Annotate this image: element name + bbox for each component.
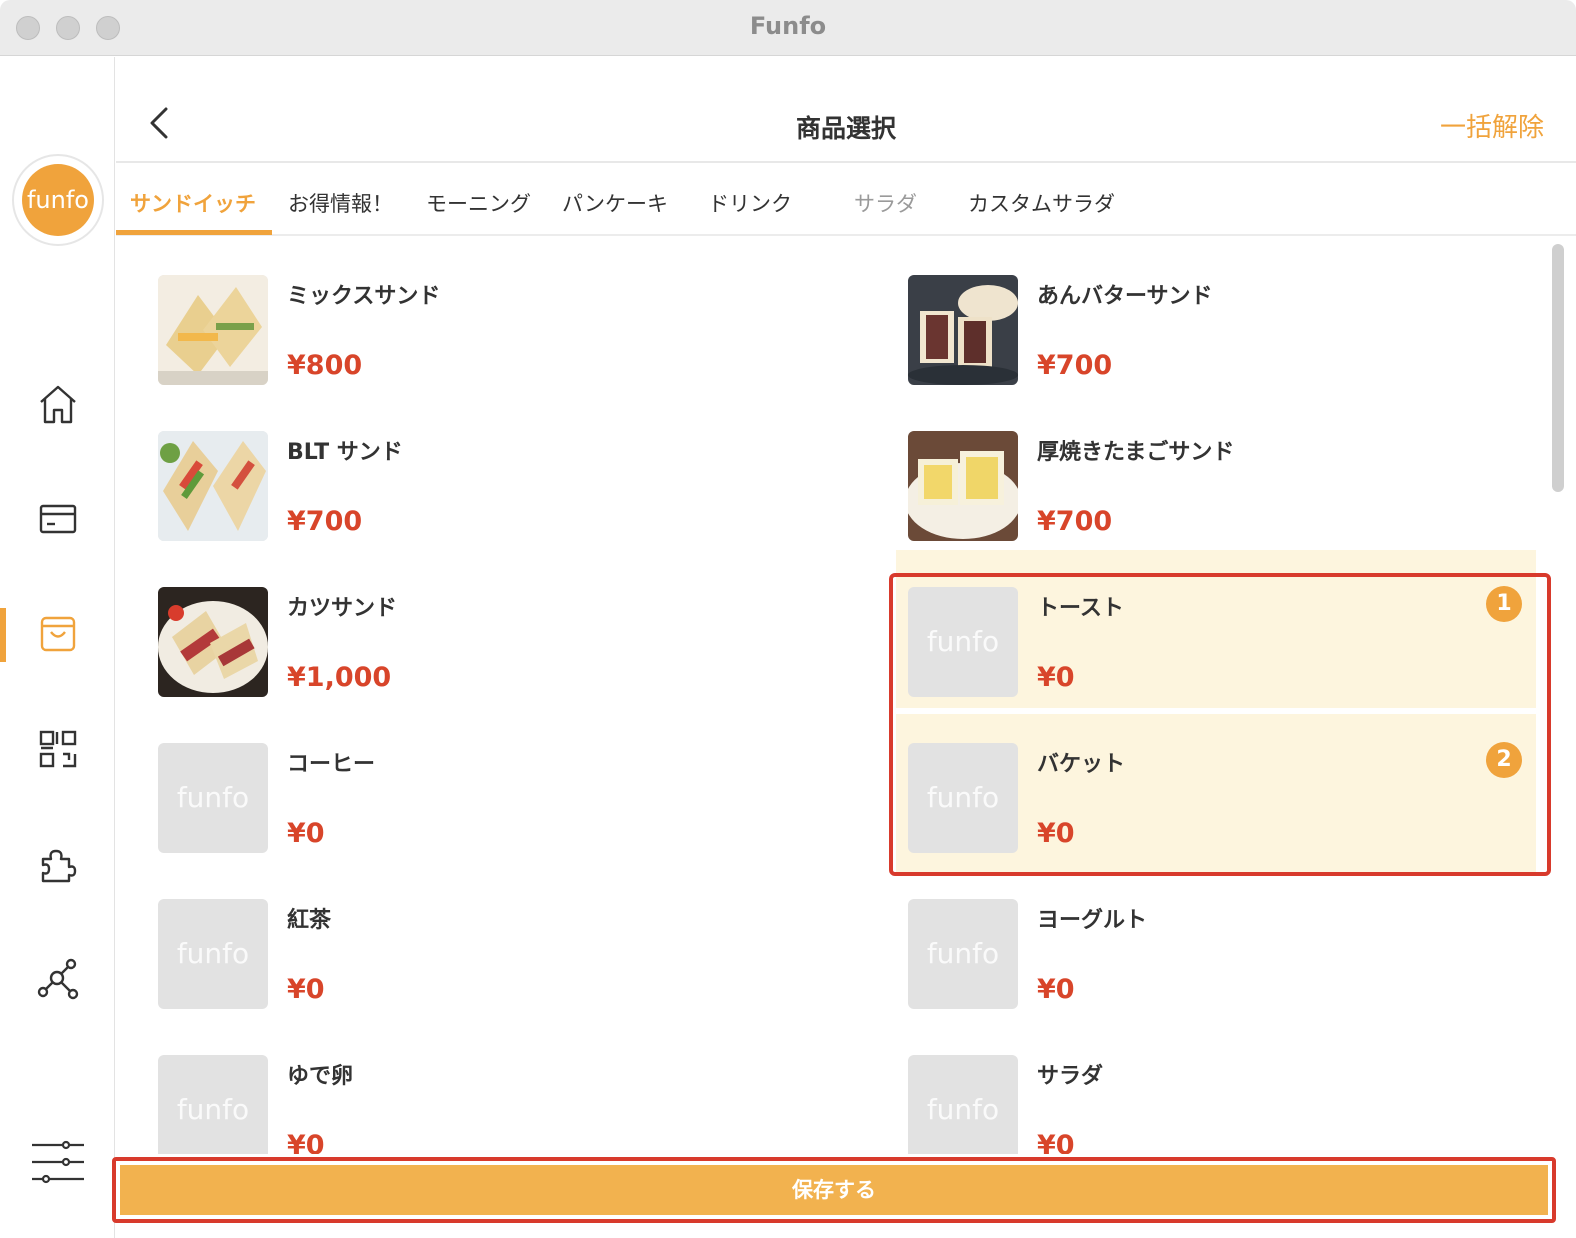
product-name: BLT サンド xyxy=(287,440,403,465)
card-icon[interactable] xyxy=(33,494,83,544)
home-icon[interactable] xyxy=(33,379,83,429)
placeholder-logo: funfo xyxy=(926,937,1000,970)
product-image xyxy=(908,275,1018,385)
placeholder-logo: funfo xyxy=(926,781,1000,814)
product-image-placeholder: funfo xyxy=(908,587,1018,697)
page-title: 商品選択 xyxy=(795,114,896,143)
product-image xyxy=(908,431,1018,541)
product-image-placeholder: funfo xyxy=(158,899,268,1009)
product-name: 紅茶 xyxy=(287,908,332,933)
product-name: あんバターサンド xyxy=(1037,284,1213,309)
product-item[interactable]: 厚焼きたまごサンド ¥700 xyxy=(866,394,1526,544)
product-image xyxy=(158,275,268,385)
product-price: ¥0 xyxy=(287,974,325,1005)
product-item-selected[interactable]: funfo トースト ¥0 1 xyxy=(896,550,1536,708)
product-price: ¥800 xyxy=(287,350,363,381)
product-image-placeholder: funfo xyxy=(158,743,268,853)
category-tabs: サンドイッチ お得情報！ モーニング パンケーキ ドリンク サラダ カスタムサラ… xyxy=(116,164,1576,236)
active-nav-indicator xyxy=(0,608,6,662)
product-name: ミックスサンド xyxy=(287,284,441,309)
logo-text: funfo xyxy=(22,164,94,236)
product-price: ¥0 xyxy=(1037,818,1075,849)
product-image-placeholder: funfo xyxy=(158,1055,268,1154)
product-image-placeholder: funfo xyxy=(908,1055,1018,1154)
product-name: コーヒー xyxy=(287,752,376,777)
shopping-bag-icon[interactable] xyxy=(33,609,83,659)
window-title: Funfo xyxy=(749,12,827,40)
product-list: ミックスサンド ¥800 あんバターサンド ¥700 BLT サンド ¥700 … xyxy=(116,238,1576,1154)
placeholder-logo: funfo xyxy=(176,937,250,970)
clear-all-button[interactable]: 一括解除 xyxy=(1440,107,1544,144)
product-name: ヨーグルト xyxy=(1037,908,1148,933)
product-name: カツサンド xyxy=(287,596,398,621)
tab-sandwich[interactable]: サンドイッチ xyxy=(130,188,256,218)
product-price: ¥0 xyxy=(1037,1130,1075,1154)
placeholder-logo: funfo xyxy=(926,625,1000,658)
tab-salad[interactable]: サラダ xyxy=(854,188,917,218)
brand-logo: funfo xyxy=(12,154,104,246)
save-button[interactable]: 保存する xyxy=(120,1165,1548,1215)
network-icon[interactable] xyxy=(33,954,83,1004)
product-price: ¥0 xyxy=(287,1130,325,1154)
placeholder-logo: funfo xyxy=(176,1093,250,1126)
product-item[interactable]: funfo サラダ ¥0 xyxy=(866,1018,1526,1154)
settings-sliders-icon[interactable] xyxy=(30,1137,86,1187)
product-name: トースト xyxy=(1037,596,1124,621)
tab-drink[interactable]: ドリンク xyxy=(708,188,792,218)
sidebar: funfo xyxy=(0,57,115,1238)
product-name: ゆで卵 xyxy=(287,1064,354,1089)
active-tab-underline xyxy=(116,230,272,235)
product-image xyxy=(158,431,268,541)
title-bar: Funfo xyxy=(0,0,1576,56)
product-item[interactable]: BLT サンド ¥700 xyxy=(116,394,776,544)
tab-pancake[interactable]: パンケーキ xyxy=(562,188,668,218)
selection-order-badge: 2 xyxy=(1486,742,1522,778)
product-name: バケット xyxy=(1037,752,1126,777)
tab-deals[interactable]: お得情報！ xyxy=(288,188,393,218)
save-button-annotation: 保存する xyxy=(112,1157,1556,1223)
product-item[interactable]: カツサンド ¥1,000 xyxy=(116,550,776,700)
product-item[interactable]: funfo 紅茶 ¥0 xyxy=(116,862,776,1012)
product-name: サラダ xyxy=(1037,1064,1104,1089)
qr-code-icon[interactable] xyxy=(33,724,83,774)
placeholder-logo: funfo xyxy=(176,781,250,814)
product-item[interactable]: あんバターサンド ¥700 xyxy=(866,238,1526,388)
page-header: 商品選択 一括解除 xyxy=(116,57,1576,163)
placeholder-logo: funfo xyxy=(926,1093,1000,1126)
product-price: ¥0 xyxy=(287,818,325,849)
product-price: ¥0 xyxy=(1037,974,1075,1005)
product-image xyxy=(158,587,268,697)
product-price: ¥700 xyxy=(1037,350,1113,381)
product-price: ¥700 xyxy=(287,506,363,537)
tab-morning[interactable]: モーニング xyxy=(426,188,531,218)
product-price: ¥700 xyxy=(1037,506,1113,537)
product-item[interactable]: ミックスサンド ¥800 xyxy=(116,238,776,388)
product-price: ¥1,000 xyxy=(287,662,392,693)
product-image-placeholder: funfo xyxy=(908,743,1018,853)
product-item[interactable]: funfo ヨーグルト ¥0 xyxy=(866,862,1526,1012)
scrollbar-thumb[interactable] xyxy=(1552,244,1564,492)
product-image-placeholder: funfo xyxy=(908,899,1018,1009)
product-price: ¥0 xyxy=(1037,662,1075,693)
selection-order-badge: 1 xyxy=(1486,586,1522,622)
product-name: 厚焼きたまごサンド xyxy=(1037,440,1235,465)
product-item[interactable]: funfo ゆで卵 ¥0 xyxy=(116,1018,776,1154)
product-item[interactable]: funfo コーヒー ¥0 xyxy=(116,706,776,856)
tab-custom-salad[interactable]: カスタムサラダ xyxy=(968,188,1115,218)
product-item-selected[interactable]: funfo バケット ¥0 2 xyxy=(896,714,1536,872)
puzzle-icon[interactable] xyxy=(33,839,83,889)
